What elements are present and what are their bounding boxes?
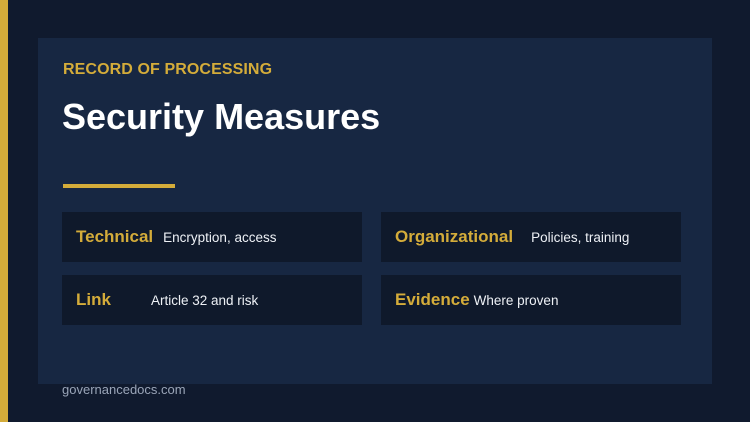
content-panel: RECORD OF PROCESSING Security Measures [38,38,712,384]
card-organizational-description: Policies, training [531,229,630,245]
footer-domain: governancedocs.com [62,382,186,397]
card-link-label: Link [76,290,111,309]
card-technical-description: Encryption, access [163,229,277,245]
card-technical: Technical Encryption, access [62,212,362,262]
card-organizational: Organizational Policies, training [381,212,681,262]
card-technical-label: Technical [76,227,154,246]
card-evidence-description: Where proven [473,292,559,308]
card-evidence: Evidence Where proven [381,275,681,325]
section-eyebrow: RECORD OF PROCESSING [63,61,273,78]
page-title: Security Measures [62,96,381,137]
card-link: Link Article 32 and risk [62,275,362,325]
card-evidence-label: Evidence [395,290,470,309]
card-organizational-label: Organizational [395,227,514,246]
card-link-description: Article 32 and risk [151,292,259,308]
left-accent-bar [0,0,8,422]
title-underline [63,184,175,188]
